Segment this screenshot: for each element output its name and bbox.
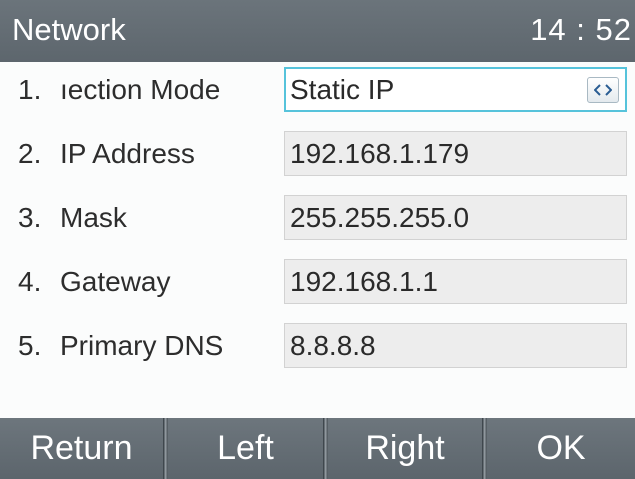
right-softkey[interactable]: Right: [328, 418, 482, 479]
ip-address-field[interactable]: 192.168.1.179: [284, 131, 627, 176]
return-softkey[interactable]: Return: [0, 418, 163, 479]
clock: 14 : 52: [530, 12, 632, 47]
setting-number: 5.: [18, 330, 42, 361]
setting-label-text: ıection Mode: [60, 74, 221, 105]
setting-row-primary-dns[interactable]: 5. Primary DNS 8.8.8.8: [0, 321, 635, 373]
setting-label: 4. Gateway: [18, 265, 280, 299]
setting-number: 4.: [18, 266, 42, 297]
setting-label-text: Gateway: [60, 266, 171, 297]
setting-row-connection-mode[interactable]: 1. ıection Mode Static IP: [0, 65, 635, 117]
setting-row-gateway[interactable]: 4. Gateway 192.168.1.1: [0, 257, 635, 309]
primary-dns-field[interactable]: 8.8.8.8: [284, 323, 627, 368]
setting-row-mask[interactable]: 3. Mask 255.255.255.0: [0, 193, 635, 245]
softkey-bar: Return Left Right OK: [0, 418, 635, 479]
setting-label: 3. Mask: [18, 201, 280, 235]
connection-mode-value: Static IP: [290, 74, 395, 105]
title-bar: Network 14 : 52: [0, 0, 635, 62]
setting-label-text: Mask: [60, 202, 127, 233]
connection-mode-select[interactable]: Static IP: [284, 67, 627, 112]
setting-label: 5. Primary DNS: [18, 329, 280, 363]
setting-label-text: IP Address: [60, 138, 195, 169]
page-title: Network: [12, 12, 126, 47]
mask-field[interactable]: 255.255.255.0: [284, 195, 627, 240]
setting-label: 1. ıection Mode: [18, 73, 280, 107]
setting-number: 2.: [18, 138, 42, 169]
setting-row-ip-address[interactable]: 2. IP Address 192.168.1.179: [0, 129, 635, 181]
ok-softkey[interactable]: OK: [487, 418, 635, 479]
setting-label-text: Primary DNS: [60, 330, 224, 361]
setting-label: 2. IP Address: [18, 137, 280, 171]
setting-number: 1.: [18, 74, 42, 105]
left-softkey[interactable]: Left: [168, 418, 323, 479]
setting-number: 3.: [18, 202, 42, 233]
left-right-chevron-icon[interactable]: [587, 77, 619, 103]
gateway-field[interactable]: 192.168.1.1: [284, 259, 627, 304]
